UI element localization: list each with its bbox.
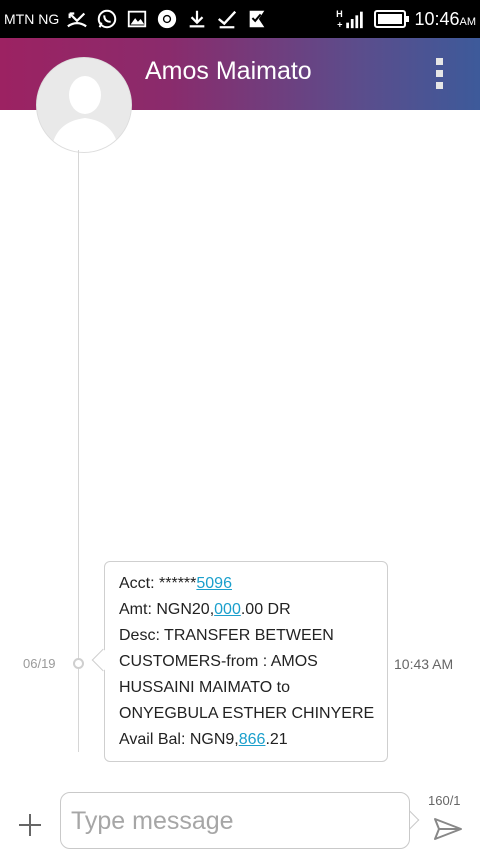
image-icon [127, 10, 147, 28]
message-date: 06/19 [23, 656, 56, 671]
contact-name[interactable]: Amos Maimato [145, 57, 312, 86]
message-line-acct: Acct: ******5096 [119, 571, 373, 597]
person-avatar-icon [37, 58, 131, 152]
message-line-desc-2: CUSTOMERS-from : AMOS [119, 653, 318, 670]
amt-suffix: .00 DR [240, 601, 291, 618]
acct-number-link[interactable]: 5096 [196, 575, 232, 592]
h-plus-icon: H + [336, 9, 363, 29]
timeline-dot [73, 658, 84, 669]
carrier-label: MTN NG [4, 11, 60, 27]
message-line-bal: Avail Bal: NGN9,866.21 [119, 727, 373, 753]
acct-prefix: Acct: ****** [119, 575, 197, 592]
clock-ampm: AM [459, 16, 477, 28]
download-icon [189, 10, 205, 28]
amt-prefix: Amt: NGN20, [119, 601, 215, 618]
message-time: 10:43 AM [394, 656, 454, 672]
bal-number-link[interactable]: 866 [239, 731, 266, 748]
check-flag-icon [249, 10, 265, 28]
whatsapp-icon [97, 9, 117, 29]
send-icon[interactable] [433, 817, 463, 841]
message-line-amt: Amt: NGN20,000.00 DR [119, 597, 373, 623]
status-bar: MTN NG H + 10:46AM [0, 0, 480, 38]
chrome-icon [157, 9, 177, 29]
character-counter: 160/1 [428, 793, 461, 808]
svg-text:+: + [337, 19, 342, 29]
svg-text:H: H [336, 9, 343, 19]
clock-time: 10:46 [414, 9, 460, 29]
bal-prefix: Avail Bal: NGN9, [119, 731, 239, 748]
message-line-desc-4: ONYEGBULA ESTHER CHINYERE [119, 705, 375, 722]
battery-icon [374, 10, 409, 28]
message-line-desc-1: Desc: TRANSFER BETWEEN [119, 627, 334, 644]
more-vert-icon[interactable] [436, 58, 446, 90]
message-line-desc-3: HUSSAINI MAIMATO to [119, 679, 290, 696]
clock: 10:46AM [414, 9, 476, 30]
amt-number-link[interactable]: 000 [214, 601, 241, 618]
bal-suffix: .21 [265, 731, 288, 748]
missed-call-icon [67, 12, 87, 28]
plus-icon[interactable] [16, 811, 44, 839]
message-input[interactable] [71, 803, 391, 839]
message-bubble[interactable]: Acct: ******5096 Amt: NGN20,000.00 DR De… [104, 561, 388, 762]
contact-avatar[interactable] [36, 57, 132, 153]
check-icon [217, 10, 237, 29]
message-input-box[interactable] [60, 792, 410, 849]
